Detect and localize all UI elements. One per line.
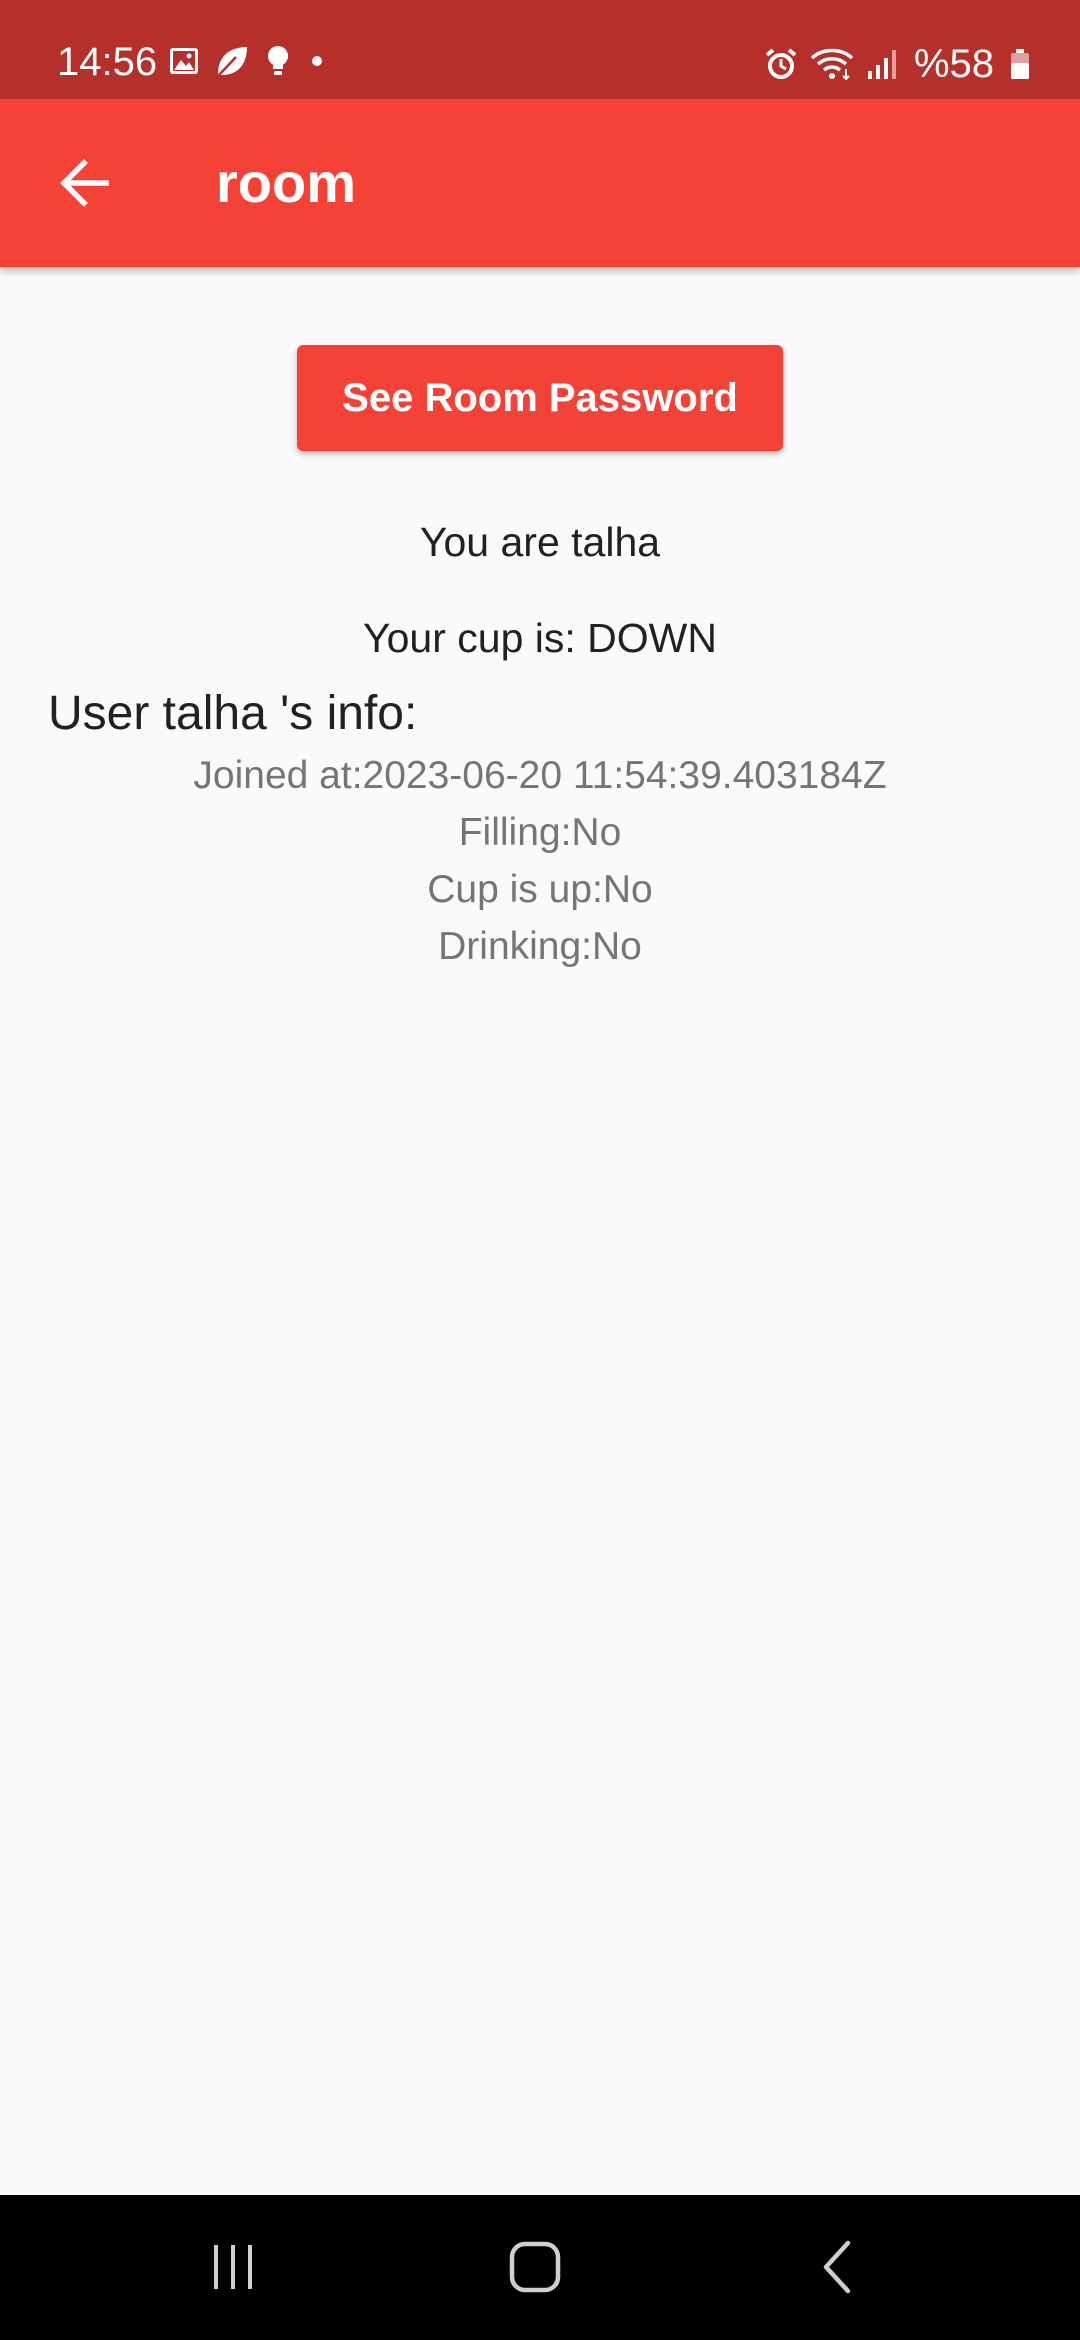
user-info-heading: User talha 's info: (48, 687, 418, 740)
system-back-button[interactable] (778, 2217, 898, 2317)
recents-button[interactable] (173, 2217, 293, 2317)
cup-up-status-text: Cup is up:No (427, 868, 653, 911)
battery-percentage: %58 (913, 42, 994, 86)
user-info-list: Joined at:2023-06-20 11:54:39.403184Z Fi… (0, 747, 1080, 975)
page-title: room (216, 151, 356, 214)
joined-at-text: Joined at:2023-06-20 11:54:39.403184Z (193, 754, 887, 797)
back-button[interactable] (36, 135, 132, 231)
alarm-icon (765, 48, 797, 79)
drinking-status-text: Drinking:No (438, 925, 642, 968)
screen: 14:56 %58 room See Room Password You are… (0, 0, 1080, 2340)
app-bar: room (0, 99, 1080, 267)
see-room-password-button[interactable]: See Room Password (297, 345, 783, 451)
battery-icon (1011, 49, 1029, 79)
recents-icon (214, 2245, 252, 2289)
dot-icon (312, 56, 322, 66)
status-bar: 14:56 %58 (0, 0, 1080, 99)
status-time: 14:56 (57, 40, 158, 84)
bulb-icon (268, 46, 288, 75)
cup-status-text: Your cup is: DOWN (363, 615, 717, 661)
status-system-icons: %58 (752, 44, 1030, 84)
room-content: See Room Password You are talha Your cup… (0, 267, 1080, 2195)
back-icon (823, 2240, 851, 2294)
filling-status-text: Filling:No (458, 811, 622, 854)
arrow-left-icon (60, 159, 109, 207)
gallery-icon (170, 48, 198, 74)
signal-icon (867, 50, 896, 79)
navigation-bar (0, 2195, 1080, 2340)
leaf-icon (218, 47, 247, 76)
home-button[interactable] (475, 2217, 595, 2317)
wifi-icon (810, 48, 854, 81)
status-notification-icons (168, 44, 342, 78)
home-icon (509, 2241, 561, 2293)
current-user-text: You are talha (419, 519, 661, 565)
